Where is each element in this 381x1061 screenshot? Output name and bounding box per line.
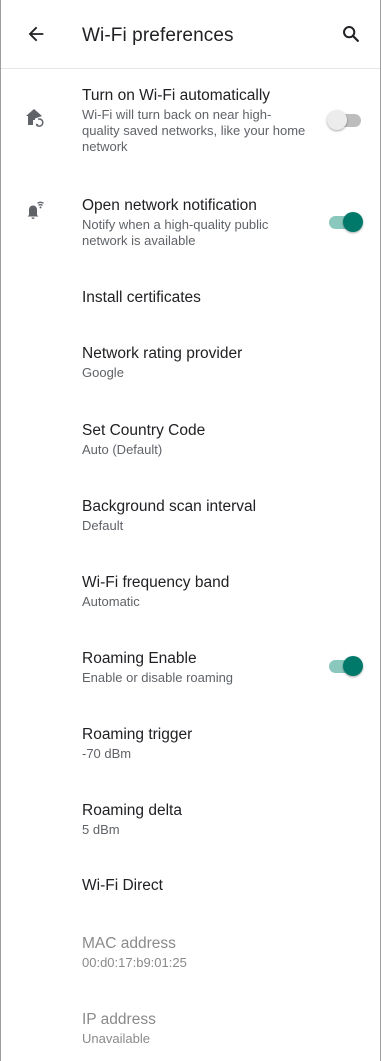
search-button[interactable] — [338, 21, 364, 47]
roaming-enable-toggle[interactable] — [327, 654, 363, 678]
pref-summary: Auto (Default) — [82, 442, 163, 457]
pref-title: Install certificates — [82, 289, 201, 306]
wifi-auto-toggle[interactable] — [327, 108, 363, 132]
pref-summary: Enable or disable roaming — [82, 670, 234, 685]
pref-summary: Google — [82, 365, 124, 380]
wifi-preferences-screen: Wi-Fi preferences Turn on Wi-Fi automati… — [0, 0, 381, 1061]
pref-wifi-frequency-band[interactable]: Wi-Fi frequency band Automatic — [1, 554, 380, 630]
back-button[interactable] — [23, 21, 49, 47]
pref-set-country-code[interactable]: Set Country Code Auto (Default) — [1, 401, 380, 478]
pref-summary: 5 dBm — [82, 822, 120, 837]
pref-summary: Notify when a high-quality public networ… — [82, 217, 269, 248]
bell-wifi-icon — [23, 198, 47, 222]
app-bar: Wi-Fi preferences — [1, 0, 380, 69]
pref-summary: Unavailable — [82, 1031, 150, 1046]
pref-title: Set Country Code — [82, 422, 206, 439]
pref-install-certificates[interactable]: Install certificates — [1, 270, 380, 325]
pref-title: Background scan interval — [82, 498, 257, 515]
pref-roaming-enable[interactable]: Roaming Enable Enable or disable roaming — [1, 630, 380, 706]
arrow-back-icon — [28, 26, 44, 42]
search-icon — [343, 26, 359, 42]
pref-ip-address: IP address Unavailable — [1, 994, 380, 1061]
pref-open-network-notification[interactable]: Open network notification Notify when a … — [1, 170, 380, 260]
pref-summary: 00:d0:17:b9:01:25 — [82, 955, 187, 970]
pref-title: IP address — [82, 1011, 156, 1028]
pref-roaming-delta[interactable]: Roaming delta 5 dBm — [1, 782, 380, 858]
pref-title: Network rating provider — [82, 345, 243, 362]
pref-title: Wi-Fi Direct — [82, 877, 163, 894]
pref-turn-on-wifi-automatically[interactable]: Turn on Wi-Fi automatically Wi-Fi will t… — [1, 68, 380, 170]
pref-title: Wi-Fi frequency band — [82, 574, 230, 591]
pref-summary: Default — [82, 518, 124, 533]
pref-summary: Wi-Fi will turn back on near high-qualit… — [82, 107, 306, 154]
pref-summary: -70 dBm — [82, 746, 132, 761]
page-title: Wi-Fi preferences — [82, 25, 234, 46]
pref-summary: Automatic — [82, 594, 140, 609]
open-network-notification-toggle[interactable] — [327, 210, 363, 234]
pref-title: Roaming trigger — [82, 726, 193, 743]
home-auto-icon — [23, 106, 47, 130]
pref-title: Roaming Enable — [82, 650, 197, 667]
pref-title: Roaming delta — [82, 802, 182, 819]
pref-title: MAC address — [82, 935, 176, 952]
pref-wifi-direct[interactable]: Wi-Fi Direct — [1, 858, 380, 918]
pref-roaming-trigger[interactable]: Roaming trigger -70 dBm — [1, 706, 380, 782]
pref-mac-address: MAC address 00:d0:17:b9:01:25 — [1, 918, 380, 994]
pref-title: Turn on Wi-Fi automatically — [82, 87, 271, 104]
pref-network-rating-provider[interactable]: Network rating provider Google — [1, 325, 380, 401]
pref-background-scan-interval[interactable]: Background scan interval Default — [1, 478, 380, 554]
pref-title: Open network notification — [82, 197, 257, 214]
